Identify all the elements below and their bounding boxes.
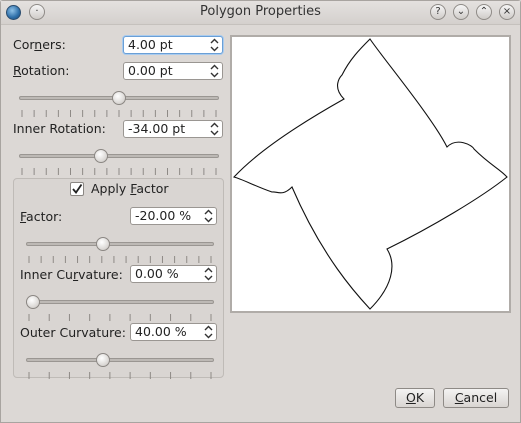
inner-curvature-label: Inner Curvature: [20,267,123,282]
cancel-mnemonic: C [454,390,464,405]
rotation-label-post: otation: [21,63,70,78]
slider-handle[interactable] [94,149,109,163]
slider-handle[interactable] [95,353,110,367]
spin-arrows-icon[interactable] [204,325,213,339]
slider-handle[interactable] [26,295,40,309]
rotation-value: 0.00 pt [128,63,173,78]
slider-ticks [26,310,214,321]
inner-rotation-spinbox[interactable]: -34.00 pt [123,120,223,138]
ok-label: K [415,390,425,405]
spin-arrows-icon[interactable] [210,122,219,136]
rotation-slider[interactable] [19,90,219,117]
spin-arrows-icon[interactable] [204,267,213,281]
inner-curvature-slider[interactable] [26,294,214,321]
cancel-button[interactable]: Cancel [443,388,509,408]
slider-handle[interactable] [112,91,126,105]
outer-curvature-label: Outer Curvature: [20,325,126,340]
checkmark-icon [72,183,83,194]
apply-factor-label-pre: Apply [91,181,131,196]
inner-rotation-value: -34.00 pt [128,121,186,136]
slider-groove [19,154,219,158]
minimize-button[interactable]: ⌄ [453,4,469,20]
outer-curvature-value: 40.00 % [135,324,187,339]
ok-button[interactable]: OK [395,388,435,408]
rotation-label-mnemonic: R [13,63,22,78]
rotation-label: Rotation: [13,63,70,78]
polygon-preview-shape [232,38,508,310]
slider-ticks [19,106,219,117]
inner-curvature-spinbox[interactable]: 0.00 % [130,265,217,283]
titlebar: · Polygon Properties ? ⌄ ⌃ × [1,1,520,25]
spin-arrows-icon[interactable] [210,64,219,78]
rotation-spinbox[interactable]: 0.00 pt [123,62,223,80]
factor-value: -20.00 % [135,208,192,223]
apply-factor-group: Apply Factor Factor: -20.00 % Inner Curv… [13,178,224,379]
corners-label: Corners: [13,37,66,52]
slider-groove [26,300,214,304]
outer-curvature-slider[interactable] [26,352,214,379]
slider-ticks [26,368,214,379]
cancel-label: ancel [463,390,498,405]
slider-ticks [26,252,214,263]
polygon-preview [230,35,511,313]
factor-label: Factor: [20,209,62,224]
close-button[interactable]: × [499,4,515,20]
factor-spinbox[interactable]: -20.00 % [130,207,217,225]
corners-value: 4.00 pt [128,37,173,52]
slider-groove [26,242,214,246]
inner-rotation-slider[interactable] [19,148,219,175]
factor-label-post: actor: [26,209,63,224]
apply-factor-checkbox[interactable] [70,182,84,196]
corners-label-post: ers: [42,37,66,52]
factor-slider[interactable] [26,236,214,263]
inner-curvature-label-post: vature: [78,267,123,282]
corners-label-pre: Cor [13,37,35,52]
apply-factor-label[interactable]: Apply Factor [91,181,169,196]
slider-groove [26,358,214,362]
outer-curvature-spinbox[interactable]: 40.00 % [130,323,217,341]
help-button[interactable]: ? [430,4,446,20]
polygon-properties-dialog: · Polygon Properties ? ⌄ ⌃ × Corners: 4.… [0,0,521,423]
slider-ticks [19,164,219,175]
inner-curvature-value: 0.00 % [135,266,179,281]
maximize-button[interactable]: ⌃ [476,4,492,20]
ok-mnemonic: O [405,390,416,405]
inner-rotation-label: Inner Rotation: [13,121,106,136]
spin-arrows-icon[interactable] [204,209,213,223]
inner-curvature-label-pre: Inner Cu [20,267,73,282]
slider-handle[interactable] [95,237,110,251]
spin-arrows-icon[interactable] [210,38,219,52]
corners-spinbox[interactable]: 4.00 pt [123,36,223,54]
apply-factor-label-post: actor [136,181,169,196]
